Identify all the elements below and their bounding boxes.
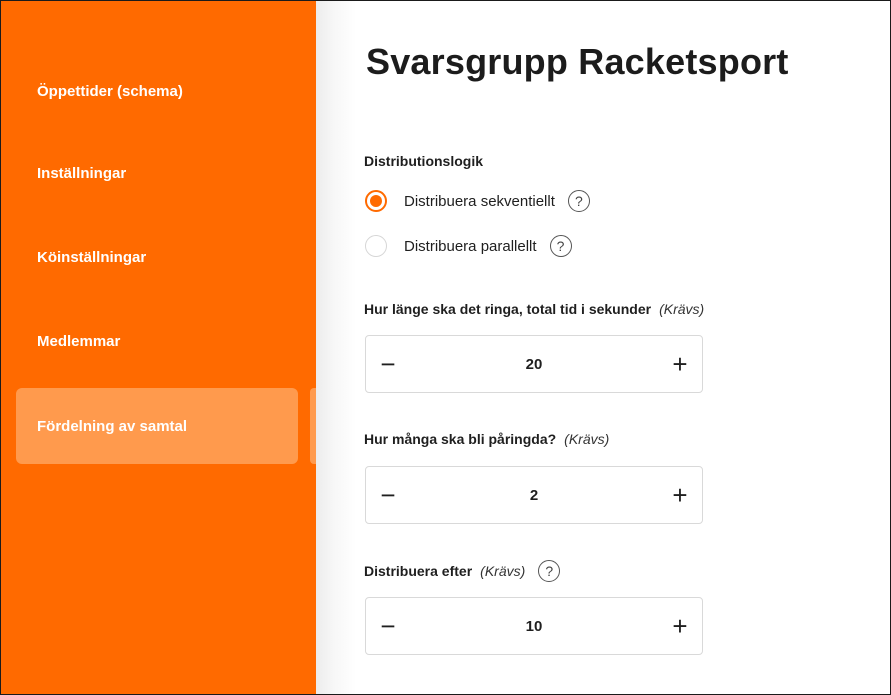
app-window: Öppettider (schema) Inställningar Köinst… (0, 0, 891, 695)
help-icon[interactable]: ? (549, 235, 572, 257)
increment-button[interactable]: + (658, 467, 702, 523)
ring-time-value[interactable]: 20 (410, 356, 658, 373)
sidebar-item-settings[interactable]: Inställningar (16, 135, 298, 211)
sidebar-item-label: Köinställningar (37, 248, 147, 266)
main-content: Svarsgrupp Racketsport Distributionslogi… (316, 1, 890, 694)
decrement-button[interactable]: − (366, 467, 410, 523)
radio-button-parallel[interactable] (365, 235, 387, 257)
ring-count-label: Hur många ska bli påringda? (Krävs) (364, 431, 610, 447)
ring-time-label: Hur länge ska det ringa, total tid i sek… (364, 301, 705, 317)
required-marker: (Krävs) (564, 431, 610, 447)
sidebar-item-label: Inställningar (37, 164, 127, 182)
ring-count-value[interactable]: 2 (410, 487, 658, 504)
increment-button[interactable]: + (658, 336, 702, 392)
ring-count-stepper[interactable]: − 2 + (365, 466, 703, 524)
sidebar-item-label: Medlemmar (37, 332, 121, 350)
decrement-button[interactable]: − (366, 598, 410, 654)
sidebar-item-queue-settings[interactable]: Köinställningar (16, 219, 298, 295)
distribute-after-stepper[interactable]: − 10 + (365, 597, 703, 655)
help-icon[interactable]: ? (538, 560, 561, 582)
distribute-after-label: Distribuera efter (Krävs) ? (364, 560, 561, 582)
page-title: Svarsgrupp Racketsport (366, 41, 789, 82)
decrement-button[interactable]: − (366, 336, 410, 392)
sidebar-item-call-distribution[interactable]: Fördelning av samtal (16, 388, 298, 464)
radio-option-sequential[interactable]: Distribuera sekventiellt ? (365, 190, 590, 212)
radio-button-sequential[interactable] (365, 190, 387, 212)
sidebar-item-label: Fördelning av samtal (37, 417, 188, 435)
sidebar: Öppettider (schema) Inställningar Köinst… (1, 1, 316, 694)
radio-option-parallel[interactable]: Distribuera parallellt ? (365, 235, 572, 257)
sidebar-item-label: Öppettider (schema) (37, 82, 183, 100)
help-icon[interactable]: ? (567, 190, 590, 212)
ring-time-stepper[interactable]: − 20 + (365, 335, 703, 393)
sidebar-item-opening-hours[interactable]: Öppettider (schema) (16, 53, 298, 129)
sidebar-item-members[interactable]: Medlemmar (16, 303, 298, 379)
distribution-logic-label: Distributionslogik (364, 153, 483, 169)
required-marker: (Krävs) (659, 301, 705, 317)
required-marker: (Krävs) (480, 563, 526, 579)
radio-label-parallel: Distribuera parallellt (404, 237, 537, 255)
increment-button[interactable]: + (658, 598, 702, 654)
distribute-after-value[interactable]: 10 (410, 618, 658, 635)
radio-label-sequential: Distribuera sekventiellt (404, 192, 555, 210)
